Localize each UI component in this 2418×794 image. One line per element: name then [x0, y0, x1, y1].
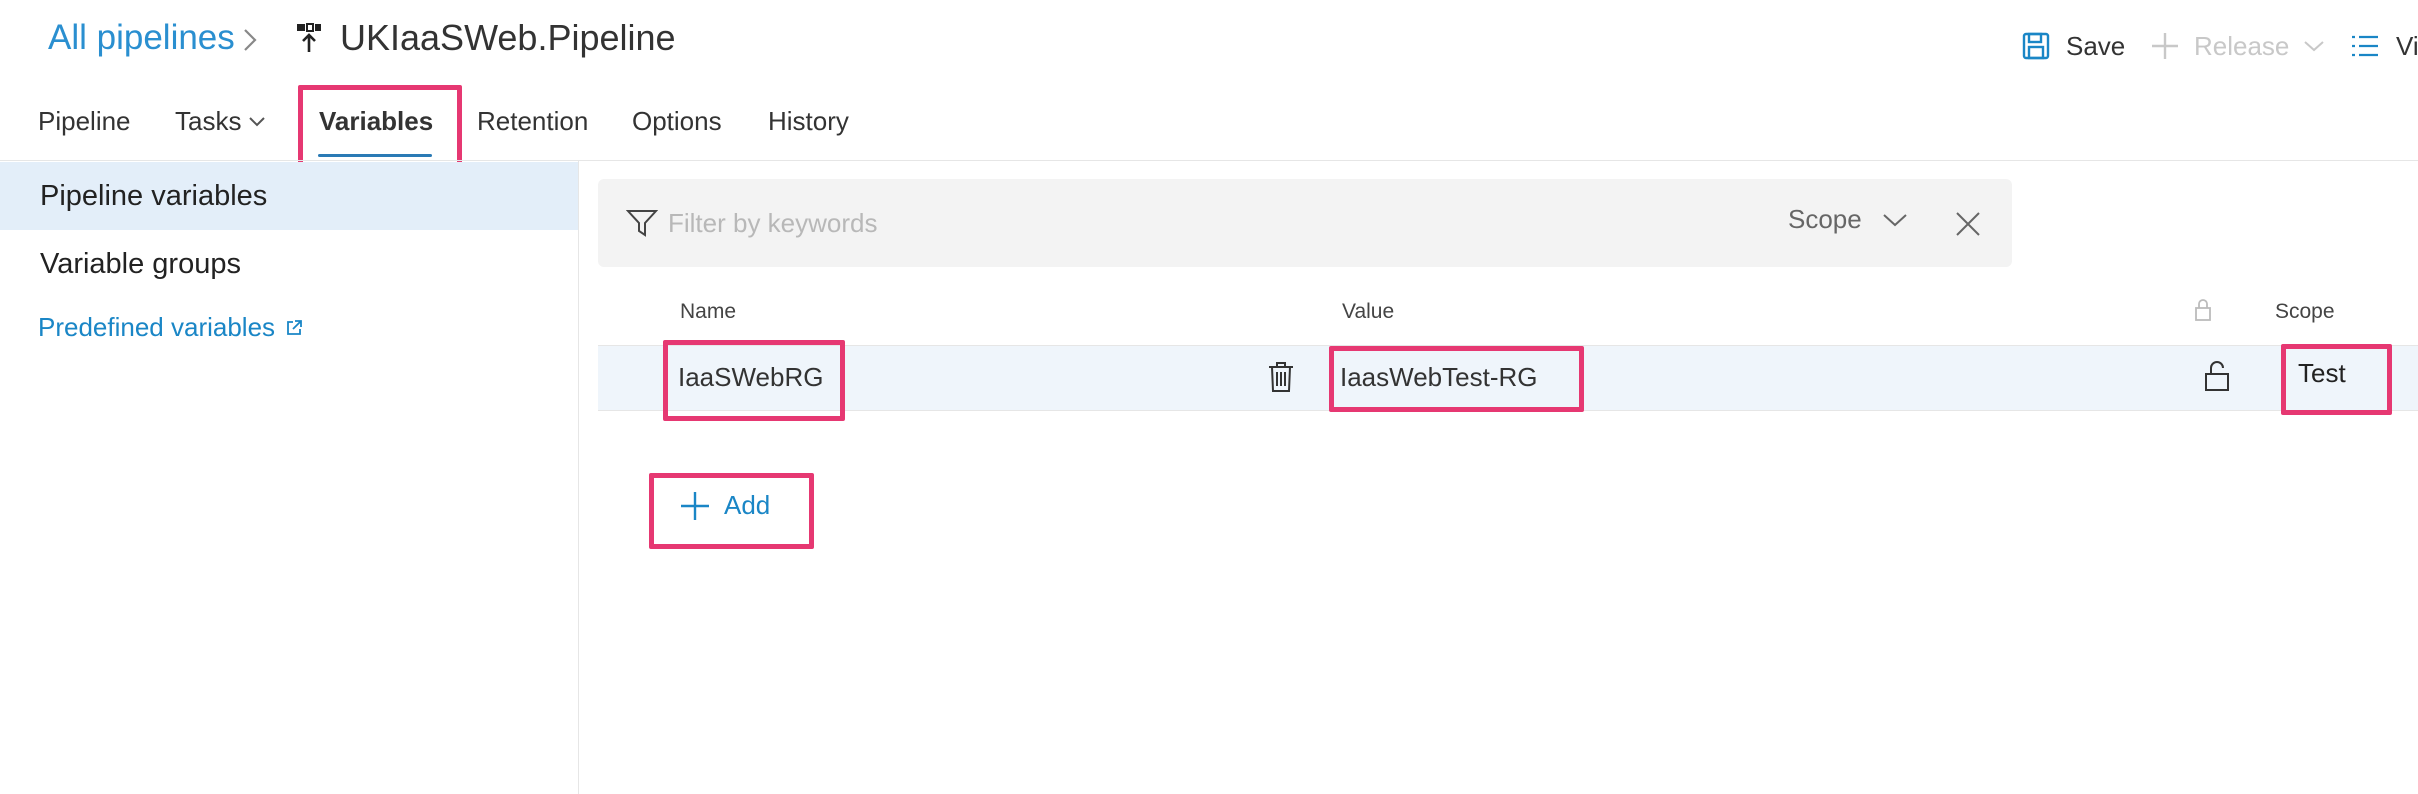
- plus-icon: [2150, 31, 2180, 61]
- header-divider: [0, 160, 2418, 161]
- nav-item-pipeline-variables[interactable]: Pipeline variables: [40, 180, 267, 213]
- highlight-box-value: [1329, 346, 1584, 412]
- save-icon: [2022, 32, 2050, 60]
- scope-filter-label: Scope: [1788, 204, 1862, 234]
- clear-filter-icon[interactable]: [1954, 210, 1982, 238]
- chevron-down-icon: [1882, 212, 1908, 228]
- chevron-down-icon: [2303, 39, 2325, 53]
- scope-filter-dropdown[interactable]: Scope: [1788, 204, 1908, 235]
- highlight-box-variables-tab: [298, 85, 462, 172]
- column-header-value: Value: [1342, 300, 1395, 323]
- filter-icon: [626, 208, 658, 238]
- tab-history[interactable]: History: [768, 106, 849, 137]
- breadcrumb-all-pipelines-link[interactable]: All pipelines: [48, 18, 235, 58]
- chevron-down-icon: [248, 116, 266, 128]
- tab-options[interactable]: Options: [632, 106, 722, 137]
- highlight-box-add: [649, 473, 814, 549]
- view-button[interactable]: Vi: [2350, 28, 2418, 64]
- nav-item-variable-groups[interactable]: Variable groups: [40, 248, 241, 281]
- release-label: Release: [2194, 30, 2290, 61]
- predefined-variables-label: Predefined variables: [38, 312, 276, 342]
- column-header-name: Name: [680, 300, 737, 323]
- release-button[interactable]: Release: [2150, 28, 2325, 64]
- predefined-variables-link[interactable]: Predefined variables: [38, 312, 303, 343]
- build-pipeline-icon: [294, 22, 324, 54]
- save-label: Save: [2066, 30, 2126, 61]
- lock-icon: [2194, 298, 2212, 322]
- list-icon: [2350, 34, 2380, 58]
- filter-keywords-input[interactable]: [668, 200, 1718, 246]
- tab-tasks[interactable]: Tasks: [175, 106, 241, 137]
- highlight-box-scope: [2281, 344, 2392, 415]
- trash-icon[interactable]: [1268, 361, 1294, 393]
- external-link-icon: [285, 319, 303, 337]
- highlight-box-name: [663, 340, 845, 421]
- tab-retention[interactable]: Retention: [477, 106, 588, 137]
- save-button[interactable]: Save: [2022, 28, 2125, 64]
- unlocked-padlock-icon[interactable]: [2204, 360, 2230, 392]
- chevron-right-icon: [240, 22, 260, 58]
- pipeline-title: UKIaaSWeb.Pipeline: [340, 17, 676, 58]
- pane-divider: [578, 160, 579, 794]
- tab-pipeline[interactable]: Pipeline: [38, 106, 131, 137]
- view-label: Vi: [2396, 30, 2418, 61]
- column-header-scope: Scope: [2275, 300, 2335, 323]
